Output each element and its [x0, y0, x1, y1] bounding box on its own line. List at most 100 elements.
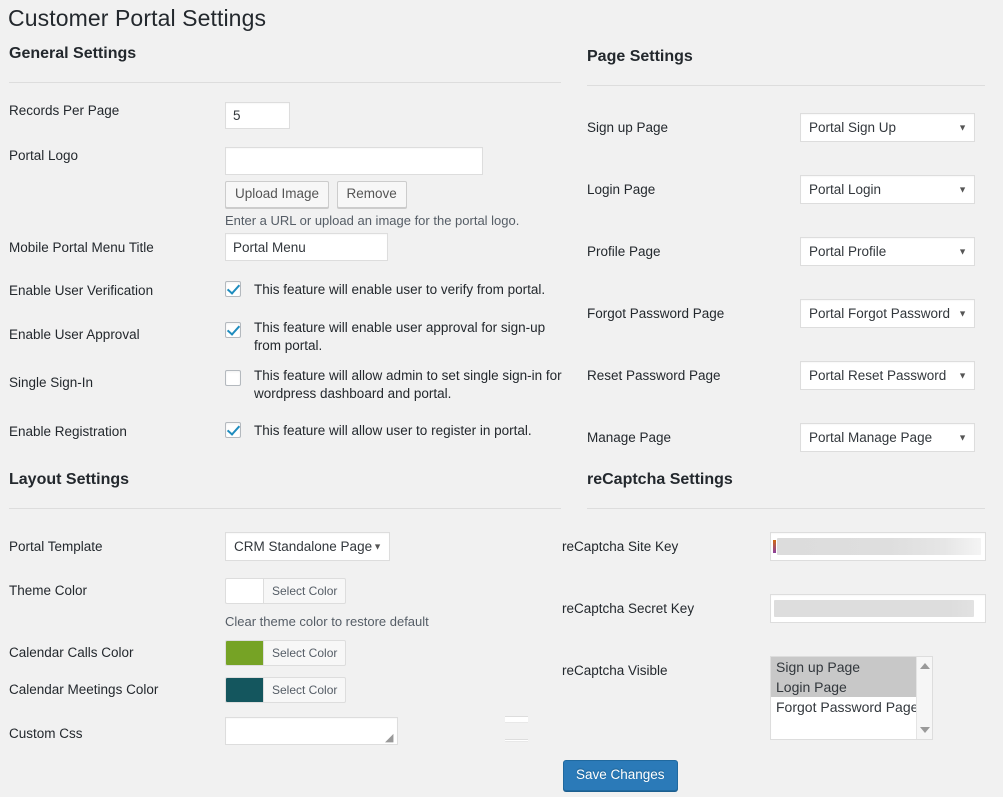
- listbox-option-forgot-password-page[interactable]: Forgot Password Page: [771, 697, 932, 717]
- reset-password-page-value: Portal Reset Password: [809, 368, 947, 383]
- portal-template-value: CRM Standalone Page: [234, 539, 373, 554]
- row-mobile-menu-title: Mobile Portal Menu Title: [0, 233, 388, 261]
- clipped-element-artifact-top: [505, 716, 528, 723]
- calendar-meetings-color-select-button[interactable]: Select Color: [263, 677, 347, 703]
- row-calendar-calls-color: Calendar Calls Color Select Color: [0, 640, 347, 666]
- profile-page-label: Profile Page: [587, 244, 661, 259]
- row-profile-page: Profile Page Portal Profile ▼: [578, 237, 975, 266]
- recaptcha-site-key-label: reCaptcha Site Key: [562, 539, 679, 554]
- enable-user-verification-description: This feature will enable user to verify …: [254, 282, 546, 297]
- section-divider: [587, 508, 985, 509]
- sign-up-page-select[interactable]: Portal Sign Up ▼: [800, 113, 975, 142]
- general-settings-section: General Settings: [0, 44, 570, 83]
- row-recaptcha-secret-key: reCaptcha Secret Key: [553, 594, 986, 623]
- portal-logo-hint: Enter a URL or upload an image for the p…: [225, 213, 520, 228]
- section-divider: [587, 85, 985, 86]
- chevron-down-icon: ▼: [958, 184, 967, 194]
- row-recaptcha-visible: reCaptcha Visible Sign up Page Login Pag…: [553, 656, 933, 740]
- calendar-calls-color-label: Calendar Calls Color: [9, 645, 134, 660]
- enable-user-approval-description: This feature will enable user approval f…: [254, 320, 546, 353]
- calendar-meetings-color-picker[interactable]: Select Color: [225, 677, 347, 703]
- row-reset-password-page: Reset Password Page Portal Reset Passwor…: [578, 361, 975, 390]
- scroll-up-arrow-icon[interactable]: [920, 663, 930, 669]
- enable-registration-description: This feature will allow user to register…: [254, 423, 532, 438]
- mobile-menu-title-input[interactable]: [225, 233, 388, 261]
- sign-up-page-label: Sign up Page: [587, 120, 669, 135]
- chevron-down-icon: ▼: [958, 308, 967, 318]
- recaptcha-secret-key-label: reCaptcha Secret Key: [562, 601, 695, 616]
- recaptcha-settings-heading: reCaptcha Settings: [587, 471, 733, 488]
- login-page-label: Login Page: [587, 182, 656, 197]
- row-single-sign-in: Single Sign-In This feature will allow a…: [0, 367, 566, 402]
- chevron-down-icon: ▼: [373, 541, 382, 551]
- calendar-calls-color-swatch[interactable]: [225, 640, 263, 666]
- theme-color-hint: Clear theme color to restore default: [225, 614, 429, 629]
- remove-image-button[interactable]: Remove: [336, 181, 407, 208]
- manage-page-label: Manage Page: [587, 430, 672, 445]
- recaptcha-visible-label: reCaptcha Visible: [562, 663, 668, 678]
- section-divider: [9, 82, 561, 83]
- footer-actions: Save Changes: [563, 760, 678, 791]
- row-enable-user-approval: Enable User Approval This feature will e…: [0, 319, 566, 354]
- row-records-per-page: Records Per Page: [0, 102, 290, 129]
- page-title: Customer Portal Settings: [8, 5, 267, 31]
- chevron-down-icon: ▼: [958, 122, 967, 132]
- theme-color-picker[interactable]: Select Color: [225, 578, 429, 604]
- enable-user-verification-checkbox[interactable]: [225, 281, 241, 297]
- login-page-value: Portal Login: [809, 182, 882, 197]
- layout-settings-section: Layout Settings: [0, 470, 570, 509]
- recaptcha-secret-key-input[interactable]: [770, 594, 986, 623]
- row-portal-logo: Portal Logo Upload Image Remove Enter a …: [0, 147, 519, 229]
- profile-page-select[interactable]: Portal Profile ▼: [800, 237, 975, 266]
- row-login-page: Login Page Portal Login ▼: [578, 175, 975, 204]
- custom-css-label: Custom Css: [9, 726, 83, 741]
- row-enable-registration: Enable Registration This feature will al…: [0, 422, 566, 440]
- portal-template-label: Portal Template: [9, 539, 103, 554]
- scroll-down-arrow-icon[interactable]: [920, 727, 930, 733]
- listbox-scrollbar[interactable]: [916, 657, 932, 739]
- forgot-password-page-label: Forgot Password Page: [587, 306, 725, 321]
- recaptcha-settings-section: reCaptcha Settings: [578, 470, 1003, 509]
- forgot-password-page-select[interactable]: Portal Forgot Password ▼: [800, 299, 975, 328]
- listbox-option-login-page[interactable]: Login Page: [771, 677, 932, 697]
- enable-user-approval-label: Enable User Approval: [9, 327, 140, 342]
- calendar-calls-color-picker[interactable]: Select Color: [225, 640, 347, 666]
- calendar-meetings-color-swatch[interactable]: [225, 677, 263, 703]
- theme-color-select-button[interactable]: Select Color: [263, 578, 347, 604]
- calendar-meetings-color-label: Calendar Meetings Color: [9, 682, 159, 697]
- recaptcha-site-key-input[interactable]: [770, 532, 986, 561]
- save-changes-button[interactable]: Save Changes: [563, 760, 678, 791]
- listbox-option-sign-up-page[interactable]: Sign up Page: [771, 657, 932, 677]
- row-sign-up-page: Sign up Page Portal Sign Up ▼: [578, 113, 975, 142]
- records-per-page-input[interactable]: [225, 102, 290, 129]
- profile-page-value: Portal Profile: [809, 244, 887, 259]
- text-cursor-icon: [773, 540, 776, 553]
- clipped-element-artifact-bottom: [505, 739, 528, 742]
- page-settings-section: Page Settings: [578, 47, 1003, 86]
- reset-password-page-select[interactable]: Portal Reset Password ▼: [800, 361, 975, 390]
- manage-page-value: Portal Manage Page: [809, 430, 933, 445]
- reset-password-page-label: Reset Password Page: [587, 368, 721, 383]
- enable-user-verification-label: Enable User Verification: [9, 283, 154, 298]
- upload-image-button[interactable]: Upload Image: [225, 181, 330, 208]
- portal-template-select[interactable]: CRM Standalone Page ▼: [225, 532, 390, 561]
- portal-logo-label: Portal Logo: [9, 148, 79, 163]
- theme-color-swatch[interactable]: [225, 578, 263, 604]
- single-sign-in-label: Single Sign-In: [9, 375, 94, 390]
- manage-page-select[interactable]: Portal Manage Page ▼: [800, 423, 975, 452]
- mobile-menu-title-label: Mobile Portal Menu Title: [9, 240, 154, 255]
- enable-user-approval-checkbox[interactable]: [225, 322, 241, 338]
- row-manage-page: Manage Page Portal Manage Page ▼: [578, 423, 975, 452]
- chevron-down-icon: ▼: [958, 370, 967, 380]
- row-portal-template: Portal Template CRM Standalone Page ▼: [0, 532, 390, 561]
- row-theme-color: Theme Color Select Color Clear theme col…: [0, 578, 429, 630]
- recaptcha-visible-listbox[interactable]: Sign up Page Login Page Forgot Password …: [770, 656, 933, 740]
- chevron-down-icon: ▼: [958, 432, 967, 442]
- resize-grip-icon[interactable]: ◢: [385, 733, 396, 744]
- enable-registration-checkbox[interactable]: [225, 422, 241, 438]
- custom-css-textarea[interactable]: ◢: [225, 717, 398, 745]
- portal-logo-url-input[interactable]: [225, 147, 483, 175]
- single-sign-in-checkbox[interactable]: [225, 370, 241, 386]
- login-page-select[interactable]: Portal Login ▼: [800, 175, 975, 204]
- calendar-calls-color-select-button[interactable]: Select Color: [263, 640, 347, 666]
